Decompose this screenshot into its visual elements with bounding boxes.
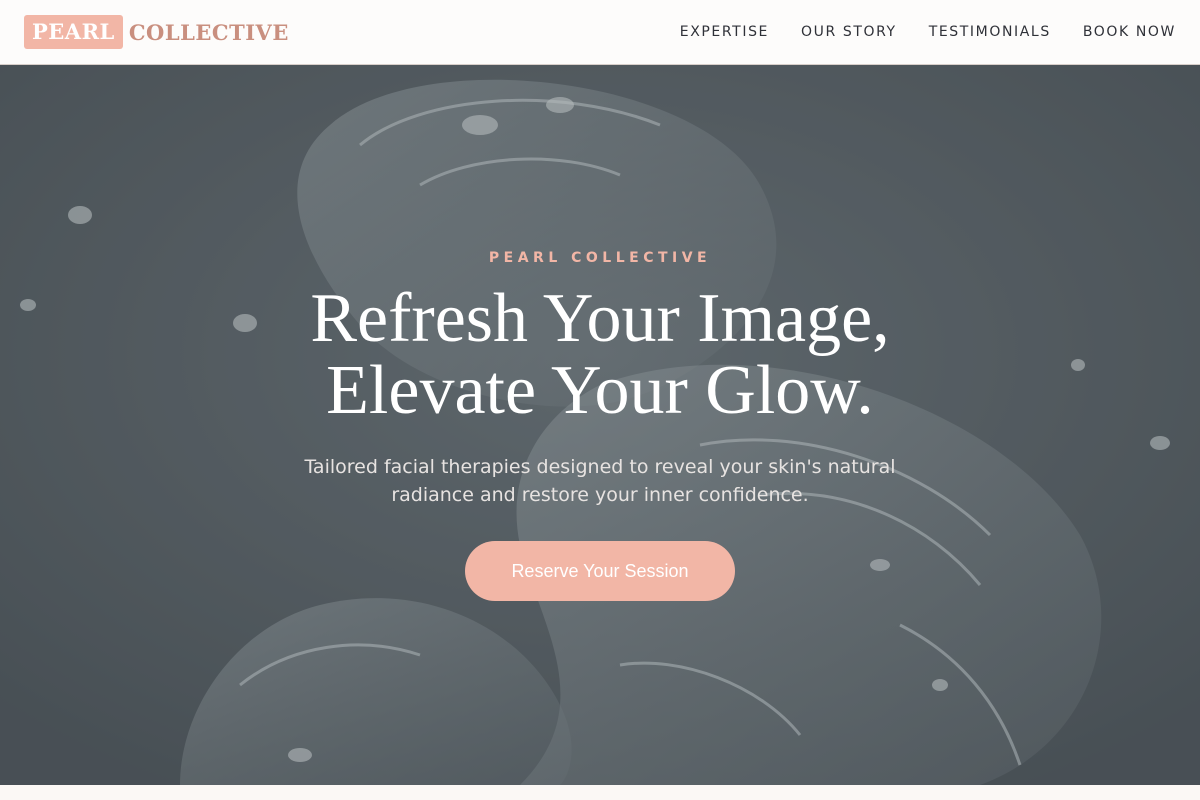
hero-section: PEARL COLLECTIVE Refresh Your Image, Ele… xyxy=(0,65,1200,785)
nav-item-testimonials[interactable]: TESTIMONIALS xyxy=(929,24,1051,40)
page-bottom-strip xyxy=(0,785,1200,800)
hero-content: PEARL COLLECTIVE Refresh Your Image, Ele… xyxy=(0,65,1200,785)
nav-item-our-story[interactable]: OUR STORY xyxy=(801,24,897,40)
logo-box: PEARL xyxy=(24,15,123,49)
nav-item-expertise[interactable]: EXPERTISE xyxy=(680,24,769,40)
site-header: PEARL COLLECTIVE EXPERTISE OUR STORY TES… xyxy=(0,0,1200,65)
nav-item-book-now[interactable]: BOOK NOW xyxy=(1083,24,1176,40)
headline-line-1: Refresh Your Image, xyxy=(310,280,890,357)
brand-logo[interactable]: PEARL COLLECTIVE xyxy=(24,15,289,49)
reserve-session-button[interactable]: Reserve Your Session xyxy=(465,541,735,601)
hero-eyebrow: PEARL COLLECTIVE xyxy=(488,250,712,266)
hero-subheading: Tailored facial therapies designed to re… xyxy=(304,456,896,506)
headline-line-2: Elevate Your Glow. xyxy=(326,352,874,429)
main-nav: EXPERTISE OUR STORY TESTIMONIALS BOOK NO… xyxy=(680,24,1176,40)
logo-wordmark: COLLECTIVE xyxy=(128,19,289,45)
hero-headline: Refresh Your Image, Elevate Your Glow. xyxy=(0,283,1200,427)
